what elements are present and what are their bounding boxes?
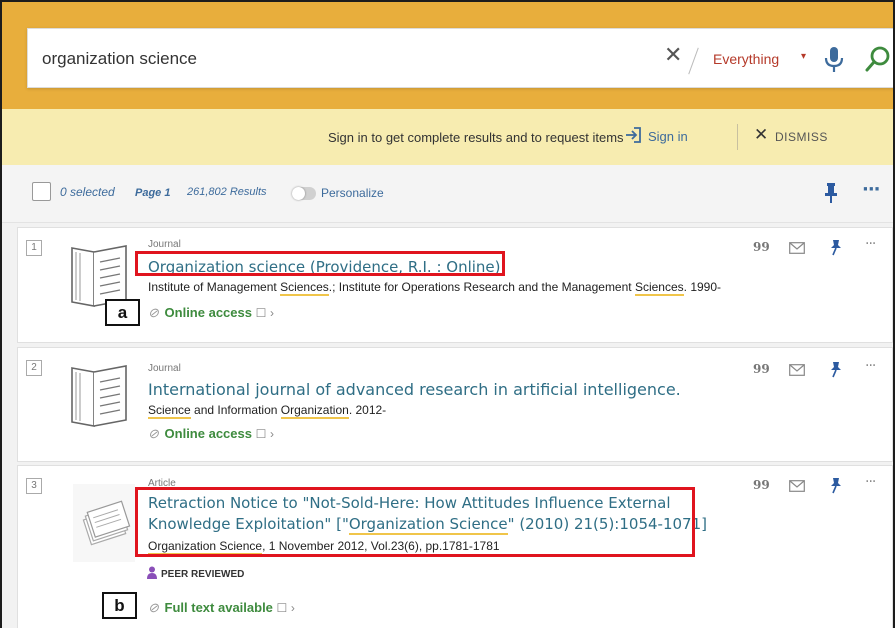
search-input[interactable] — [42, 45, 642, 73]
clear-icon[interactable]: ✕ — [664, 43, 682, 68]
more-options-icon[interactable]: ··· — [865, 474, 876, 490]
pin-icon[interactable] — [829, 239, 843, 256]
chevron-right-icon: › — [290, 601, 295, 615]
peer-reviewed-icon — [147, 566, 157, 579]
result-description: Institute of Management Sciences.; Insti… — [148, 280, 722, 296]
external-link-icon: ☐ — [255, 306, 267, 320]
item-actions: 99 ··· — [753, 474, 888, 494]
item-actions: 99 ··· — [753, 236, 888, 256]
search-icon[interactable] — [864, 45, 892, 73]
peer-reviewed-badge: PEER REVIEWED — [146, 566, 244, 580]
dismiss-button[interactable]: DISMISS — [775, 130, 828, 144]
more-options-icon[interactable]: ··· — [865, 358, 876, 374]
email-icon[interactable] — [789, 242, 805, 254]
link-icon: ⊘ — [148, 305, 159, 320]
search-bar: ✕ Everything ▾ — [27, 28, 893, 88]
page-indicator: Page 1 — [135, 187, 171, 199]
citation-icon[interactable]: 99 — [753, 362, 770, 376]
citation-icon[interactable]: 99 — [753, 478, 770, 492]
result-card[interactable]: 2 Journal International journal of advan… — [17, 347, 893, 462]
microphone-icon[interactable] — [823, 46, 845, 74]
result-title[interactable]: Organization science (Providence, R.I. :… — [148, 257, 501, 278]
chevron-right-icon: › — [270, 427, 274, 441]
scope-select[interactable]: Everything — [713, 51, 779, 67]
pin-icon[interactable] — [829, 477, 843, 494]
external-link-icon: ☐ — [255, 427, 267, 441]
result-number: 1 — [26, 240, 42, 256]
result-title[interactable]: International journal of advanced resear… — [148, 379, 681, 400]
result-description: Organization Science, 1 November 2012, V… — [148, 539, 500, 555]
result-type: Journal — [148, 363, 181, 374]
result-title[interactable]: Retraction Notice to "Not-Sold-Here: How… — [148, 493, 708, 535]
select-all-checkbox[interactable] — [32, 182, 51, 201]
chevron-right-icon: › — [270, 306, 274, 320]
result-type: Journal — [148, 239, 181, 250]
signin-link[interactable]: Sign in — [648, 129, 688, 144]
signin-icon[interactable] — [625, 126, 643, 144]
full-text-link[interactable]: ⊘ Full text available ☐ › — [148, 600, 295, 616]
close-icon[interactable]: ✕ — [754, 125, 768, 145]
article-icon — [73, 484, 135, 562]
result-number: 3 — [26, 478, 42, 494]
email-icon[interactable] — [789, 480, 805, 492]
pin-icon[interactable] — [829, 361, 843, 378]
result-card[interactable]: 1 Journal Organization science (Providen… — [17, 227, 893, 343]
personalize-label[interactable]: Personalize — [321, 186, 384, 200]
email-icon[interactable] — [789, 364, 805, 376]
book-icon — [71, 365, 127, 427]
results-count: 261,802 Results — [187, 186, 267, 198]
search-divider — [688, 47, 699, 75]
personalize-toggle[interactable] — [292, 187, 316, 200]
more-options-icon[interactable]: ··· — [865, 236, 876, 252]
caret-down-icon[interactable]: ▾ — [801, 51, 806, 62]
online-access-link[interactable]: ⊘ Online access ☐ › — [148, 426, 274, 442]
external-link-icon: ☐ — [276, 601, 288, 615]
screenshot-frame: ✕ Everything ▾ Sign in to get complete r… — [0, 0, 895, 628]
result-card[interactable]: 3 Article Retraction Notice to "Not-Sold… — [17, 465, 893, 628]
online-access-link[interactable]: ⊘ Online access ☐ › — [148, 305, 274, 321]
link-icon: ⊘ — [148, 426, 159, 441]
search-header: ✕ Everything ▾ — [2, 2, 893, 109]
result-type: Article — [148, 478, 176, 489]
signin-message: Sign in to get complete results and to r… — [328, 130, 624, 145]
banner-divider — [737, 124, 738, 150]
more-options-icon[interactable]: ··· — [862, 179, 880, 200]
callout-label-a: a — [105, 299, 140, 326]
link-icon: ⊘ — [148, 600, 159, 615]
signin-banner: Sign in to get complete results and to r… — [2, 109, 893, 165]
result-description: Science and Information Organization. 20… — [148, 403, 387, 419]
selected-count: 0 selected — [60, 185, 115, 199]
result-number: 2 — [26, 360, 42, 376]
callout-label-b: b — [102, 592, 137, 619]
item-actions: 99 ··· — [753, 358, 888, 378]
citation-icon[interactable]: 99 — [753, 240, 770, 254]
results-toolbar: 0 selected Page 1 261,802 Results Person… — [2, 165, 893, 223]
pin-icon[interactable] — [824, 182, 838, 204]
